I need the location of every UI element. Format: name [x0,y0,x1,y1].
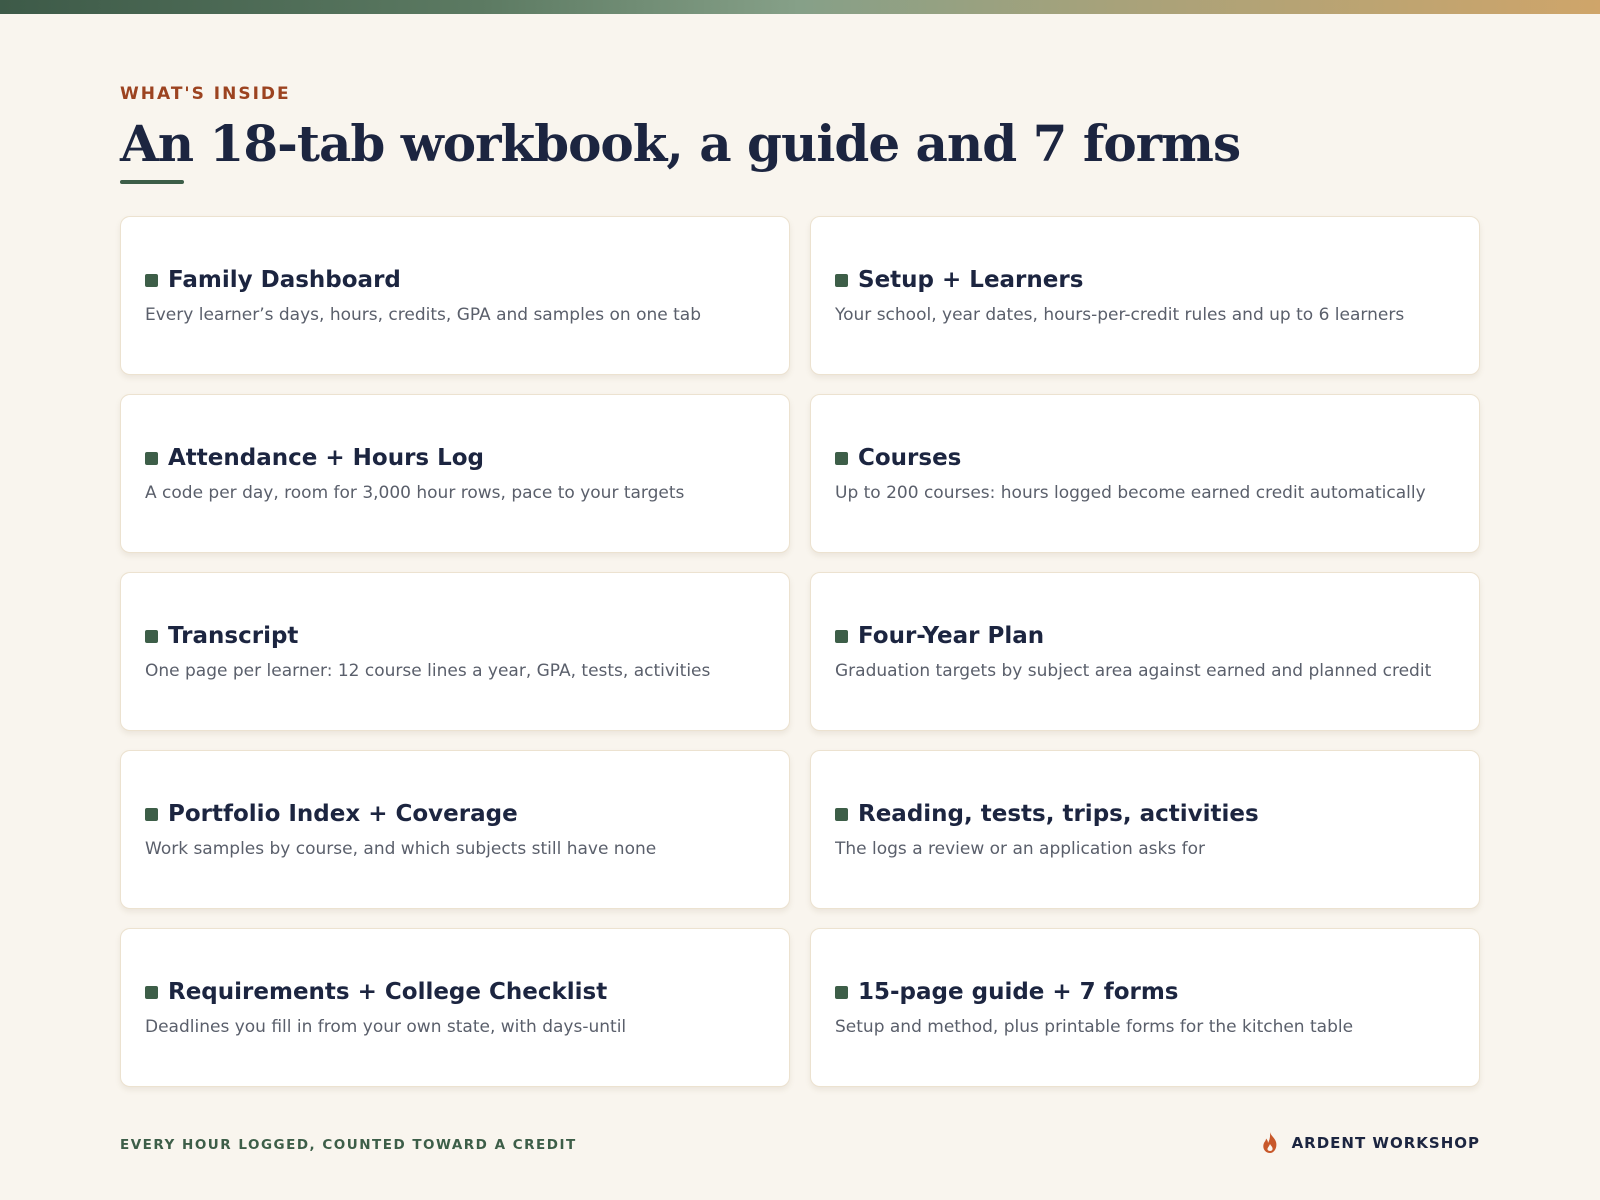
square-bullet-icon [835,629,848,643]
card-description: Setup and method, plus printable forms f… [835,1017,1354,1037]
card-description: Your school, year dates, hours-per-credi… [835,305,1405,325]
feature-card-requirements-checklist: Requirements + College Checklist Deadlin… [120,928,790,1087]
card-description: Work samples by course, and which subjec… [145,839,657,859]
card-title: Requirements + College Checklist [168,979,608,1005]
flame-icon [1262,1132,1276,1153]
square-bullet-icon [145,451,158,465]
card-description: One page per learner: 12 course lines a … [145,661,711,681]
feature-card-reading-tests-trips: Reading, tests, trips, activities The lo… [810,750,1480,909]
page-header: WHAT'S INSIDE An 18-tab workbook, a guid… [120,84,1241,184]
card-description: Graduation targets by subject area again… [835,661,1432,681]
feature-card-portfolio-index: Portfolio Index + Coverage Work samples … [120,750,790,909]
footer-tagline: EVERY HOUR LOGGED, COUNTED TOWARD A CRED… [120,1137,577,1153]
footer-brand: ARDENT WORKSHOP [1260,1131,1480,1155]
card-description: Up to 200 courses: hours logged become e… [835,483,1426,503]
square-bullet-icon [145,629,158,643]
feature-card-transcript: Transcript One page per learner: 12 cour… [120,572,790,731]
card-title: Setup + Learners [858,267,1084,293]
card-description: Deadlines you fill in from your own stat… [145,1017,627,1037]
square-bullet-icon [835,451,848,465]
feature-card-attendance-hours-log: Attendance + Hours Log A code per day, r… [120,394,790,553]
card-description: A code per day, room for 3,000 hour rows… [145,483,685,503]
card-description: The logs a review or an application asks… [835,839,1205,859]
card-title: Reading, tests, trips, activities [858,801,1259,827]
card-title: Four-Year Plan [858,623,1045,649]
feature-grid: Family Dashboard Every learner’s days, h… [120,216,1480,1087]
title-underline [120,180,184,184]
card-title: Attendance + Hours Log [168,445,485,471]
square-bullet-icon [835,807,848,821]
feature-card-guide-forms: 15-page guide + 7 forms Setup and method… [810,928,1480,1087]
square-bullet-icon [145,273,158,287]
card-title: Portfolio Index + Coverage [168,801,518,827]
card-title: Transcript [168,623,299,649]
feature-card-setup-learners: Setup + Learners Your school, year dates… [810,216,1480,375]
square-bullet-icon [835,273,848,287]
card-title: 15-page guide + 7 forms [858,979,1179,1005]
page-title: An 18-tab workbook, a guide and 7 forms [120,114,1241,173]
feature-card-courses: Courses Up to 200 courses: hours logged … [810,394,1480,553]
square-bullet-icon [145,985,158,999]
card-description: Every learner’s days, hours, credits, GP… [145,305,702,325]
card-title: Courses [858,445,962,471]
top-gradient-bar [0,0,1600,14]
feature-card-four-year-plan: Four-Year Plan Graduation targets by sub… [810,572,1480,731]
card-title: Family Dashboard [168,267,401,293]
square-bullet-icon [835,985,848,999]
square-bullet-icon [145,807,158,821]
brand-name: ARDENT WORKSHOP [1291,1134,1480,1152]
feature-card-family-dashboard: Family Dashboard Every learner’s days, h… [120,216,790,375]
section-eyebrow: WHAT'S INSIDE [120,84,291,104]
